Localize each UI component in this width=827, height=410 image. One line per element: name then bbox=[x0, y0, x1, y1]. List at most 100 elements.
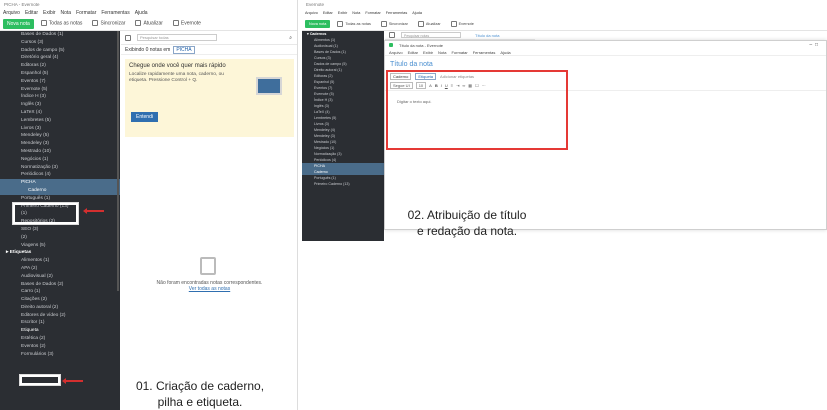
sidebar-tag-item[interactable]: Carro (1) bbox=[0, 288, 120, 296]
view-all-notes-link[interactable]: Ver todas as notas bbox=[121, 286, 297, 292]
window-title: PICHA - Evernote bbox=[4, 2, 40, 7]
sidebar-tag-item[interactable]: Editores de vídeo (2) bbox=[0, 312, 120, 320]
highlight-box-picha bbox=[13, 203, 78, 224]
view-icon[interactable] bbox=[125, 34, 131, 41]
menu-arquivo[interactable]: Arquivo bbox=[389, 50, 403, 55]
breadcrumb: Título da nota bbox=[475, 32, 500, 38]
sidebar-tag-item[interactable]: Bases de Dados (2) bbox=[0, 281, 120, 289]
notes-icon bbox=[40, 20, 47, 27]
sidebar-tag-item[interactable]: Formulários (3) bbox=[0, 351, 120, 359]
search-input[interactable]: Pesquisar todas bbox=[137, 34, 217, 41]
menu-exibir[interactable]: Exibir bbox=[43, 10, 56, 16]
right-screenshot: Evernote Arquivo Editar Exibir Nota Form… bbox=[302, 0, 827, 410]
menu-ferramentas[interactable]: Ferramentas bbox=[386, 11, 408, 15]
activity-icon bbox=[135, 20, 142, 27]
sidebar-item[interactable]: Cursos (3) bbox=[0, 39, 120, 47]
all-notes-button[interactable]: Todas as notas bbox=[334, 19, 374, 29]
note-list: Pesquisar todas ⌕ Exibindo 0 notas em PI… bbox=[121, 31, 297, 410]
highlight-box-note-title bbox=[386, 70, 568, 150]
evernote-button[interactable]: Evernote bbox=[448, 19, 477, 29]
note-list-subheader: Exibindo 0 notas em PICHA bbox=[121, 45, 297, 55]
evernote-icon bbox=[389, 43, 393, 47]
menu-ajuda[interactable]: Ajuda bbox=[135, 10, 148, 16]
sidebar-tag-item[interactable]: APA (2) bbox=[0, 265, 120, 273]
tip-title: Chegue onde você quer mais rápido bbox=[129, 63, 226, 69]
sidebar-tag-item[interactable]: Direito autoral (2) bbox=[0, 304, 120, 312]
activity-button[interactable]: Atualizar bbox=[132, 18, 165, 28]
new-note-button[interactable]: Nova nota bbox=[3, 18, 34, 29]
menu-arquivo[interactable]: Arquivo bbox=[3, 10, 20, 16]
title-bar: PICHA - Evernote bbox=[0, 0, 297, 9]
sidebar-item[interactable]: Espanhol (5) bbox=[0, 70, 120, 78]
menu-nota[interactable]: Nota bbox=[61, 10, 72, 16]
menu-nota[interactable]: Nota bbox=[438, 50, 446, 55]
sidebar-item[interactable]: Primeiro Caderno (13) bbox=[302, 181, 384, 187]
view-icon[interactable] bbox=[389, 32, 395, 38]
sidebar-item-caderno[interactable]: Caderno bbox=[0, 186, 120, 195]
menu-editar[interactable]: Editar bbox=[323, 11, 333, 15]
sync-button[interactable]: Sincronizar bbox=[378, 19, 411, 29]
sidebar-tag-item[interactable]: Estética (2) bbox=[0, 335, 120, 343]
sidebar-item[interactable]: Eventos (7) bbox=[0, 78, 120, 86]
sidebar-tag-item[interactable]: Escritor (1) bbox=[0, 319, 120, 327]
menu-exibir[interactable]: Exibir bbox=[338, 11, 348, 15]
tip-dismiss-button[interactable]: Entendi bbox=[131, 112, 158, 122]
sidebar-tag-item[interactable]: Citações (2) bbox=[0, 296, 120, 304]
menu-ferramentas[interactable]: Ferramentas bbox=[473, 50, 496, 55]
new-note-button[interactable]: Nova nota bbox=[305, 19, 331, 28]
toolbar: Nova nota Todas as notas Sincronizar Atu… bbox=[302, 17, 827, 31]
sidebar-tag-item[interactable]: Audiovisual (2) bbox=[0, 273, 120, 281]
search-input[interactable]: Pesquisar notas bbox=[401, 32, 461, 38]
menu-formatar[interactable]: Formatar bbox=[451, 50, 467, 55]
notebook-chip[interactable]: PICHA bbox=[173, 45, 195, 54]
menu-editar[interactable]: Editar bbox=[25, 10, 38, 16]
menu-ajuda[interactable]: Ajuda bbox=[500, 50, 510, 55]
empty-note-icon bbox=[200, 257, 216, 275]
sidebar-item[interactable]: LaTeX (4) bbox=[0, 109, 120, 117]
sidebar-item[interactable]: Bases de Dados (1) bbox=[0, 31, 120, 39]
tip-graphic-icon bbox=[256, 77, 282, 95]
activity-icon bbox=[417, 20, 424, 27]
sidebar-item[interactable]: Dados de campo (5) bbox=[0, 47, 120, 55]
menu-editar[interactable]: Editar bbox=[408, 50, 418, 55]
all-notes-button[interactable]: Todas as notas bbox=[38, 18, 86, 28]
sidebar-item[interactable]: Mestrado (10) bbox=[0, 148, 120, 156]
sidebar-item-etiqueta[interactable]: Etiqueta bbox=[0, 327, 120, 335]
sidebar-item[interactable]: SEO (3) bbox=[0, 226, 120, 234]
sidebar-tag-item[interactable]: Alimentos (1) bbox=[0, 257, 120, 265]
sidebar-item[interactable]: Mendeley (5) bbox=[0, 132, 120, 140]
sidebar-item[interactable]: Inglês (3) bbox=[0, 101, 120, 109]
sidebar-item[interactable]: Viagens (5) bbox=[0, 242, 120, 250]
menu-nota[interactable]: Nota bbox=[352, 11, 360, 15]
sidebar-item[interactable]: Livros (3) bbox=[0, 125, 120, 133]
menu-exibir[interactable]: Exibir bbox=[423, 50, 433, 55]
menu-formatar[interactable]: Formatar bbox=[365, 11, 380, 15]
menu-ajuda[interactable]: Ajuda bbox=[412, 11, 422, 15]
sidebar-item[interactable]: Editoras (2) bbox=[0, 62, 120, 70]
sidebar-item[interactable]: Periódicos (4) bbox=[0, 171, 120, 179]
sync-button[interactable]: Sincronizar bbox=[89, 18, 128, 28]
menu-formatar[interactable]: Formatar bbox=[76, 10, 96, 16]
sidebar-tags-header[interactable]: ▸ Etiquetas bbox=[0, 249, 120, 257]
window-controls[interactable]: – □ bbox=[809, 42, 818, 48]
menu-arquivo[interactable]: Arquivo bbox=[305, 11, 318, 15]
sidebar-item[interactable]: Português (1) bbox=[0, 195, 120, 203]
left-screenshot: PICHA - Evernote Arquivo Editar Exibir N… bbox=[0, 0, 298, 410]
sidebar-item[interactable]: Diretório geral (4) bbox=[0, 54, 120, 62]
note-window-menu: Arquivo Editar Exibir Nota Formatar Ferr… bbox=[385, 49, 826, 56]
sidebar-item[interactable]: Negócios (1) bbox=[0, 156, 120, 164]
sidebar-item-picha[interactable]: PICHA bbox=[0, 179, 120, 187]
menu-ferramentas[interactable]: Ferramentas bbox=[101, 10, 129, 16]
sidebar-item[interactable]: Normatização (3) bbox=[0, 164, 120, 172]
tip-body: Localize rapidamente uma nota, caderno, … bbox=[129, 72, 224, 83]
sidebar-scrollbar[interactable] bbox=[117, 31, 119, 291]
evernote-button[interactable]: Evernote bbox=[170, 18, 204, 28]
sidebar-item[interactable]: Lembretes (5) bbox=[0, 117, 120, 125]
sidebar-item[interactable]: Evernote (5) bbox=[0, 86, 120, 94]
sidebar-item[interactable]: Mendeley (3) bbox=[0, 140, 120, 148]
sidebar-item[interactable]: Índice H (3) bbox=[0, 93, 120, 101]
sidebar-tag-item[interactable]: Eventos (2) bbox=[0, 343, 120, 351]
sidebar-item[interactable]: (2) bbox=[0, 234, 120, 242]
search-icon[interactable]: ⌕ bbox=[289, 35, 292, 41]
activity-button[interactable]: Atualizar bbox=[415, 19, 444, 29]
